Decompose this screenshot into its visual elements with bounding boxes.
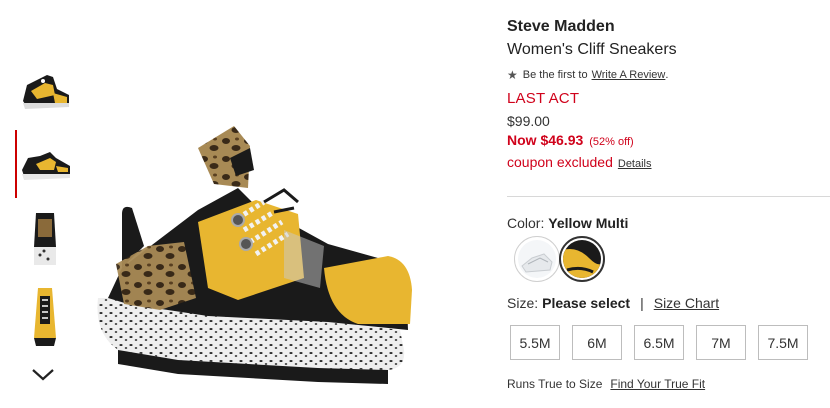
size-option-button[interactable]: 7.5M: [758, 325, 808, 360]
sale-price: Now $46.93: [507, 132, 584, 148]
swatch-image: [518, 240, 556, 278]
swatch-image: [563, 240, 601, 278]
discount-percent: (52% off): [589, 136, 634, 148]
true-fit-link[interactable]: Find Your True Fit: [610, 377, 705, 391]
thumbnail-3[interactable]: [15, 205, 75, 273]
thumbnail-2[interactable]: [15, 130, 75, 198]
size-option-button[interactable]: 6M: [572, 325, 622, 360]
sneaker-thumbnail-image: [23, 75, 69, 109]
size-label-row: Size: Please select | Size Chart: [507, 295, 719, 311]
color-label-row: Color: Yellow Multi: [507, 215, 628, 231]
rating-prefix: Be the first to: [522, 69, 588, 81]
size-label: Size:: [507, 295, 539, 311]
rating-row: ★ Be the first to Write A Review.: [507, 68, 668, 82]
product-title: Women's Cliff Sneakers: [507, 41, 677, 58]
sneaker-thumbnail-image: [34, 288, 56, 346]
original-price: $99.00: [507, 113, 550, 129]
size-selection-status: Please select: [542, 295, 631, 311]
rating-suffix: .: [665, 69, 669, 81]
product-info-panel: Steve Madden Women's Cliff Sneakers ★ Be…: [507, 0, 830, 408]
yellow-multi-swatch[interactable]: [559, 236, 605, 282]
divider: [507, 196, 830, 197]
coupon-details-link[interactable]: Details: [618, 158, 652, 170]
chevron-down-icon[interactable]: [30, 366, 56, 384]
brand-name[interactable]: Steve Madden: [507, 18, 615, 36]
size-separator: |: [640, 295, 644, 311]
white-swatch[interactable]: [514, 236, 560, 282]
thumbnail-1[interactable]: [15, 55, 75, 123]
color-label: Color:: [507, 215, 545, 231]
star-icon: ★: [507, 68, 518, 82]
sneaker-thumbnail-image: [22, 152, 70, 180]
selected-color: Yellow Multi: [548, 215, 629, 231]
size-chart-link[interactable]: Size Chart: [654, 295, 719, 311]
size-option-button[interactable]: 5.5M: [510, 325, 560, 360]
main-product-image[interactable]: [88, 118, 468, 390]
coupon-row: coupon excluded Details: [507, 154, 652, 170]
thumbnail-rail: [0, 50, 80, 408]
sale-price-row: Now $46.93 (52% off): [507, 132, 634, 148]
size-option-button[interactable]: 7M: [696, 325, 746, 360]
size-options: 5.5M 6M 6.5M 7M 7.5M: [510, 325, 820, 360]
thumbnail-4[interactable]: [15, 282, 75, 350]
fit-label: Runs True to Size: [507, 377, 603, 391]
sneaker-thumbnail-image: [34, 213, 56, 265]
sneaker-main-image: [97, 126, 412, 384]
size-option-button[interactable]: 6.5M: [634, 325, 684, 360]
fit-row: Runs True to Size Find Your True Fit: [507, 377, 705, 391]
promo-badge: LAST ACT: [507, 90, 580, 107]
write-review-link[interactable]: Write A Review: [592, 69, 666, 81]
coupon-excluded-text: coupon excluded: [507, 154, 613, 170]
